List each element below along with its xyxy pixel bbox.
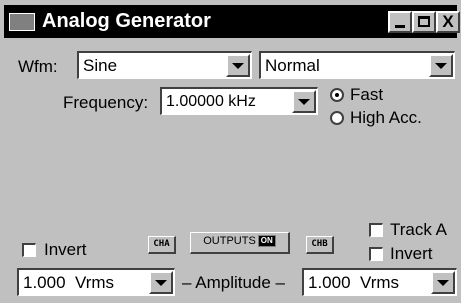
outputs-label: OUTPUTS	[203, 235, 256, 247]
chevron-down-icon	[155, 279, 167, 286]
high-acc-radio-label[interactable]: High Acc.	[350, 108, 422, 128]
amplitude-b-dropdown[interactable]: 1.000 Vrms	[302, 268, 457, 296]
maximize-button[interactable]	[412, 11, 436, 33]
frequency-label: Frequency:	[63, 93, 149, 112]
waveform-label: Wfm:	[18, 57, 58, 76]
waveform-mode-dropdown-button[interactable]	[429, 54, 453, 77]
waveform-mode-dropdown[interactable]: Normal	[259, 51, 455, 79]
chevron-down-icon	[298, 98, 310, 105]
waveform-type-dropdown[interactable]: Sine	[77, 51, 252, 79]
track-a-checkbox[interactable]	[369, 223, 383, 237]
chevron-down-icon	[437, 279, 449, 286]
title-bar[interactable]: Analog Generator X	[4, 5, 460, 38]
waveform-mode-value: Normal	[265, 56, 320, 75]
maximize-icon	[418, 16, 430, 27]
invert-b-checkbox[interactable]	[369, 247, 383, 261]
high-acc-radio[interactable]	[330, 111, 344, 125]
window-icon[interactable]	[9, 13, 35, 31]
amplitude-b-value: 1.000 Vrms	[308, 272, 399, 294]
amplitude-a-number: 1.000	[23, 273, 66, 292]
fast-radio-label[interactable]: Fast	[350, 85, 383, 105]
minimize-button[interactable]	[388, 11, 412, 33]
chb-button[interactable]: CHB	[306, 236, 334, 254]
chb-button-label: CHB	[311, 239, 328, 249]
amplitude-b-dropdown-button[interactable]	[431, 271, 455, 294]
waveform-type-value: Sine	[83, 56, 118, 75]
amplitude-a-value: 1.000 Vrms	[23, 272, 114, 294]
close-button[interactable]: X	[436, 11, 460, 33]
cha-button[interactable]: CHA	[148, 236, 176, 254]
fast-radio[interactable]	[330, 88, 344, 102]
chevron-down-icon	[232, 62, 244, 69]
frequency-dropdown[interactable]: 1.00000 kHz	[160, 87, 318, 115]
frequency-value: 1.00000 kHz	[166, 93, 256, 110]
amplitude-a-dropdown-button[interactable]	[149, 271, 173, 294]
amplitude-b-unit: Vrms	[360, 273, 400, 292]
outputs-on-indicator: ON	[257, 235, 276, 248]
invert-b-label[interactable]: Invert	[390, 244, 433, 264]
window-title: Analog Generator	[42, 10, 211, 32]
cha-button-label: CHA	[153, 239, 170, 249]
outputs-toggle-button[interactable]: OUTPUTS ON	[190, 232, 290, 254]
amplitude-label: – Amplitude –	[182, 273, 286, 292]
amplitude-a-dropdown[interactable]: 1.000 Vrms	[17, 268, 175, 296]
minimize-icon	[395, 25, 405, 28]
waveform-type-dropdown-button[interactable]	[226, 54, 250, 77]
frequency-dropdown-button[interactable]	[292, 90, 316, 113]
track-a-label[interactable]: Track A	[390, 220, 447, 240]
chevron-down-icon	[435, 62, 447, 69]
radio-selected-dot	[335, 93, 339, 97]
amplitude-a-unit: Vrms	[75, 273, 115, 292]
close-icon: X	[442, 12, 454, 31]
analog-generator-window: Analog Generator X Wfm: Sine Normal Freq…	[0, 0, 461, 303]
invert-a-label[interactable]: Invert	[44, 240, 87, 260]
invert-a-checkbox[interactable]	[22, 243, 36, 257]
amplitude-b-number: 1.000	[308, 273, 351, 292]
